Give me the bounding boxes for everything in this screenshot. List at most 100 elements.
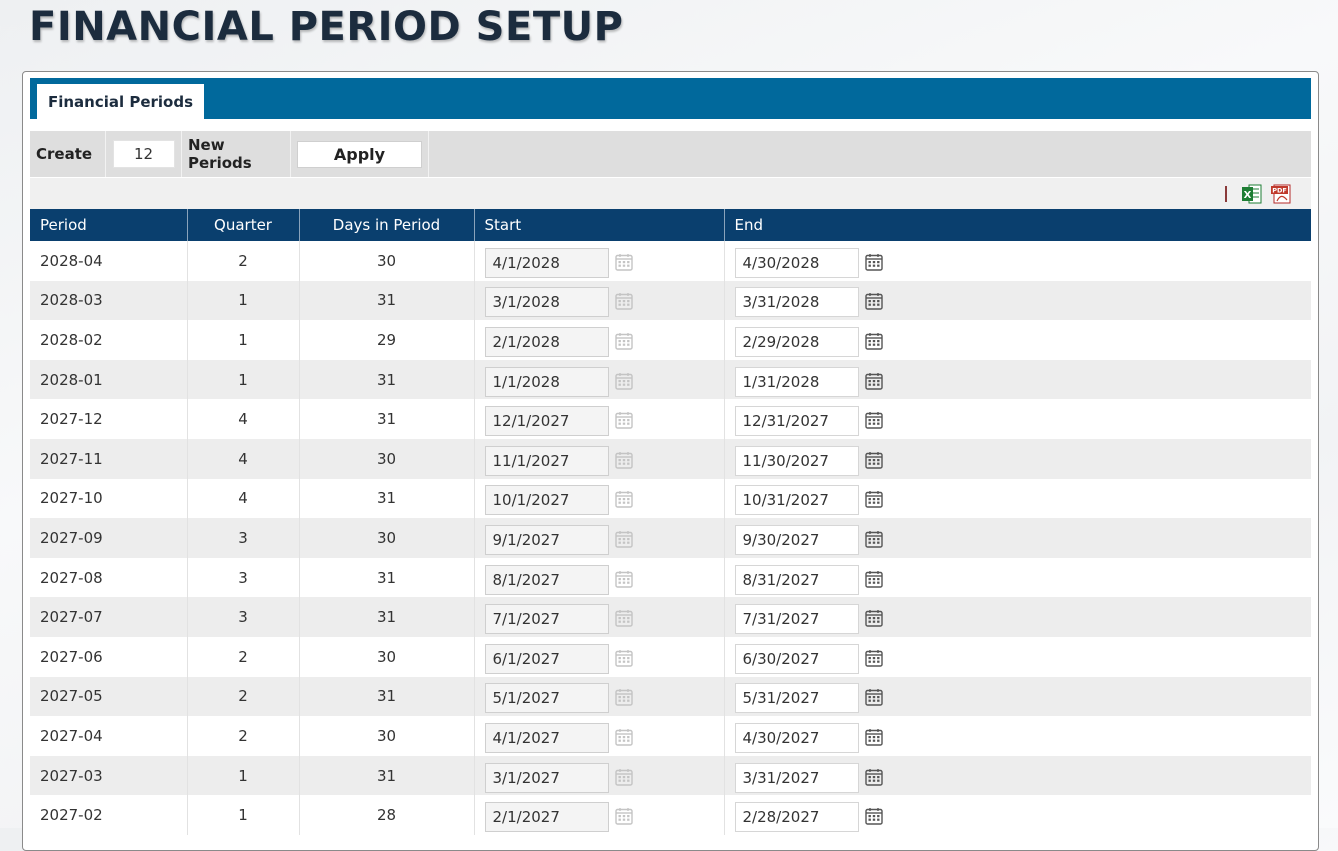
table-row[interactable]: 2027-05 2 31 5/1/2027 5/31/2027 [30,676,1311,717]
start-calendar-icon[interactable] [614,807,633,825]
quarter-cell: 1 [187,755,300,796]
start-date-input: 3/1/2028 [484,287,609,318]
excel-icon[interactable]: X [1241,184,1262,204]
start-date-cell: 3/1/2027 [474,755,725,796]
days-cell: 30 [299,636,475,677]
end-date-input[interactable]: 6/30/2027 [734,643,859,674]
end-date-cell: 4/30/2027 [724,716,1311,756]
start-date-cell: 7/1/2027 [474,597,725,637]
end-calendar-icon[interactable] [864,609,883,627]
start-calendar-icon[interactable] [614,728,633,746]
days-cell: 28 [299,795,475,835]
end-date-input[interactable]: 5/31/2027 [734,683,859,714]
start-calendar-icon[interactable] [614,609,633,627]
end-calendar-icon[interactable] [864,530,883,548]
start-calendar-icon[interactable] [614,530,633,548]
end-calendar-icon[interactable] [864,490,883,509]
end-date-input[interactable]: 3/31/2028 [734,287,859,318]
tab-financial-periods[interactable]: Financial Periods [37,84,204,119]
start-date-cell: 12/1/2027 [474,399,725,439]
end-calendar-icon[interactable] [864,768,883,786]
end-date-cell: 3/31/2027 [724,755,1311,796]
column-header-end[interactable]: End [724,209,1311,241]
days-cell: 31 [299,478,475,519]
days-cell: 31 [299,755,475,796]
end-calendar-icon[interactable] [864,807,883,825]
table-row[interactable]: 2027-06 2 30 6/1/2027 6/30/2027 [30,636,1311,677]
table-row[interactable]: 2027-10 4 31 10/1/2027 10/31/2027 [30,478,1311,519]
table-row[interactable]: 2027-11 4 30 11/1/2027 11/30/2027 [30,438,1311,479]
table-row[interactable]: 2027-04 2 30 4/1/2027 4/30/2027 [30,716,1311,756]
column-header-period[interactable]: Period [30,209,188,241]
start-calendar-icon[interactable] [614,768,633,786]
end-date-input[interactable]: 4/30/2027 [734,722,859,753]
table-row[interactable]: 2027-03 1 31 3/1/2027 3/31/2027 [30,755,1311,796]
period-cell: 2027-08 [30,557,188,598]
end-calendar-icon[interactable] [864,292,883,311]
start-calendar-icon[interactable] [614,332,633,350]
grid-header-row: Period Quarter Days in Period Start End [30,209,1311,241]
end-date-cell: 12/31/2027 [724,399,1311,439]
start-date-cell: 2/1/2028 [474,320,725,360]
end-date-input[interactable]: 7/31/2027 [734,604,859,635]
pdf-icon[interactable]: PDF [1271,184,1292,204]
table-row[interactable]: 2028-02 1 29 2/1/2028 2/29/2028 [30,320,1311,360]
quarter-cell: 2 [187,716,300,756]
end-calendar-icon[interactable] [864,253,883,271]
apply-button[interactable]: Apply [297,140,422,168]
end-date-input[interactable]: 8/31/2027 [734,564,859,595]
table-row[interactable]: 2028-03 1 31 3/1/2028 3/31/2028 [30,280,1311,321]
start-calendar-icon[interactable] [614,372,633,390]
start-date-input: 2/1/2028 [484,326,609,357]
end-date-input[interactable]: 1/31/2028 [734,366,859,397]
table-row[interactable]: 2027-08 3 31 8/1/2027 8/31/2027 [30,557,1311,598]
start-calendar-icon[interactable] [614,570,633,588]
end-date-input[interactable]: 3/31/2027 [734,762,859,793]
start-calendar-icon[interactable] [614,411,633,429]
export-separator [1225,186,1227,202]
period-count-input[interactable] [112,140,175,168]
start-calendar-icon[interactable] [614,253,633,271]
table-row[interactable]: 2028-04 2 30 4/1/2028 4/30/2028 [30,241,1311,281]
end-date-input[interactable]: 9/30/2027 [734,524,859,555]
end-calendar-icon[interactable] [864,728,883,746]
end-date-input[interactable]: 10/31/2027 [734,485,859,516]
table-row[interactable]: 2028-01 1 31 1/1/2028 1/31/2028 [30,359,1311,400]
end-date-input[interactable]: 11/30/2027 [734,445,859,476]
column-header-days[interactable]: Days in Period [299,209,475,241]
end-calendar-icon[interactable] [864,332,883,350]
end-calendar-icon[interactable] [864,570,883,588]
start-date-cell: 4/1/2027 [474,716,725,756]
start-date-input: 7/1/2027 [484,604,609,635]
end-calendar-icon[interactable] [864,411,883,429]
end-date-input[interactable]: 12/31/2027 [734,406,859,437]
end-calendar-icon[interactable] [864,688,883,707]
end-date-cell: 6/30/2027 [724,636,1311,677]
period-count-cell [106,131,182,177]
start-calendar-icon[interactable] [614,649,633,667]
table-row[interactable]: 2027-02 1 28 2/1/2027 2/28/2027 [30,795,1311,835]
end-calendar-icon[interactable] [864,649,883,667]
end-calendar-icon[interactable] [864,451,883,469]
start-calendar-icon[interactable] [614,490,633,509]
end-calendar-icon[interactable] [864,372,883,390]
page-title: FINANCIAL PERIOD SETUP [29,4,624,50]
table-row[interactable]: 2027-09 3 30 9/1/2027 9/30/2027 [30,518,1311,558]
period-cell: 2027-02 [30,795,188,835]
start-calendar-icon[interactable] [614,451,633,469]
quarter-cell: 1 [187,320,300,360]
table-row[interactable]: 2027-12 4 31 12/1/2027 12/31/2027 [30,399,1311,439]
period-cell: 2027-10 [30,478,188,519]
create-periods-toolbar: Create New Periods Apply [30,131,1311,177]
days-cell: 31 [299,676,475,717]
quarter-cell: 2 [187,636,300,677]
start-calendar-icon[interactable] [614,292,633,311]
days-cell: 30 [299,716,475,756]
table-row[interactable]: 2027-07 3 31 7/1/2027 7/31/2027 [30,597,1311,637]
column-header-start[interactable]: Start [474,209,725,241]
period-cell: 2027-07 [30,597,188,637]
end-date-input[interactable]: 2/29/2028 [734,326,859,357]
start-calendar-icon[interactable] [614,688,633,707]
end-date-input[interactable]: 4/30/2028 [734,247,859,278]
column-header-quarter[interactable]: Quarter [187,209,300,241]
